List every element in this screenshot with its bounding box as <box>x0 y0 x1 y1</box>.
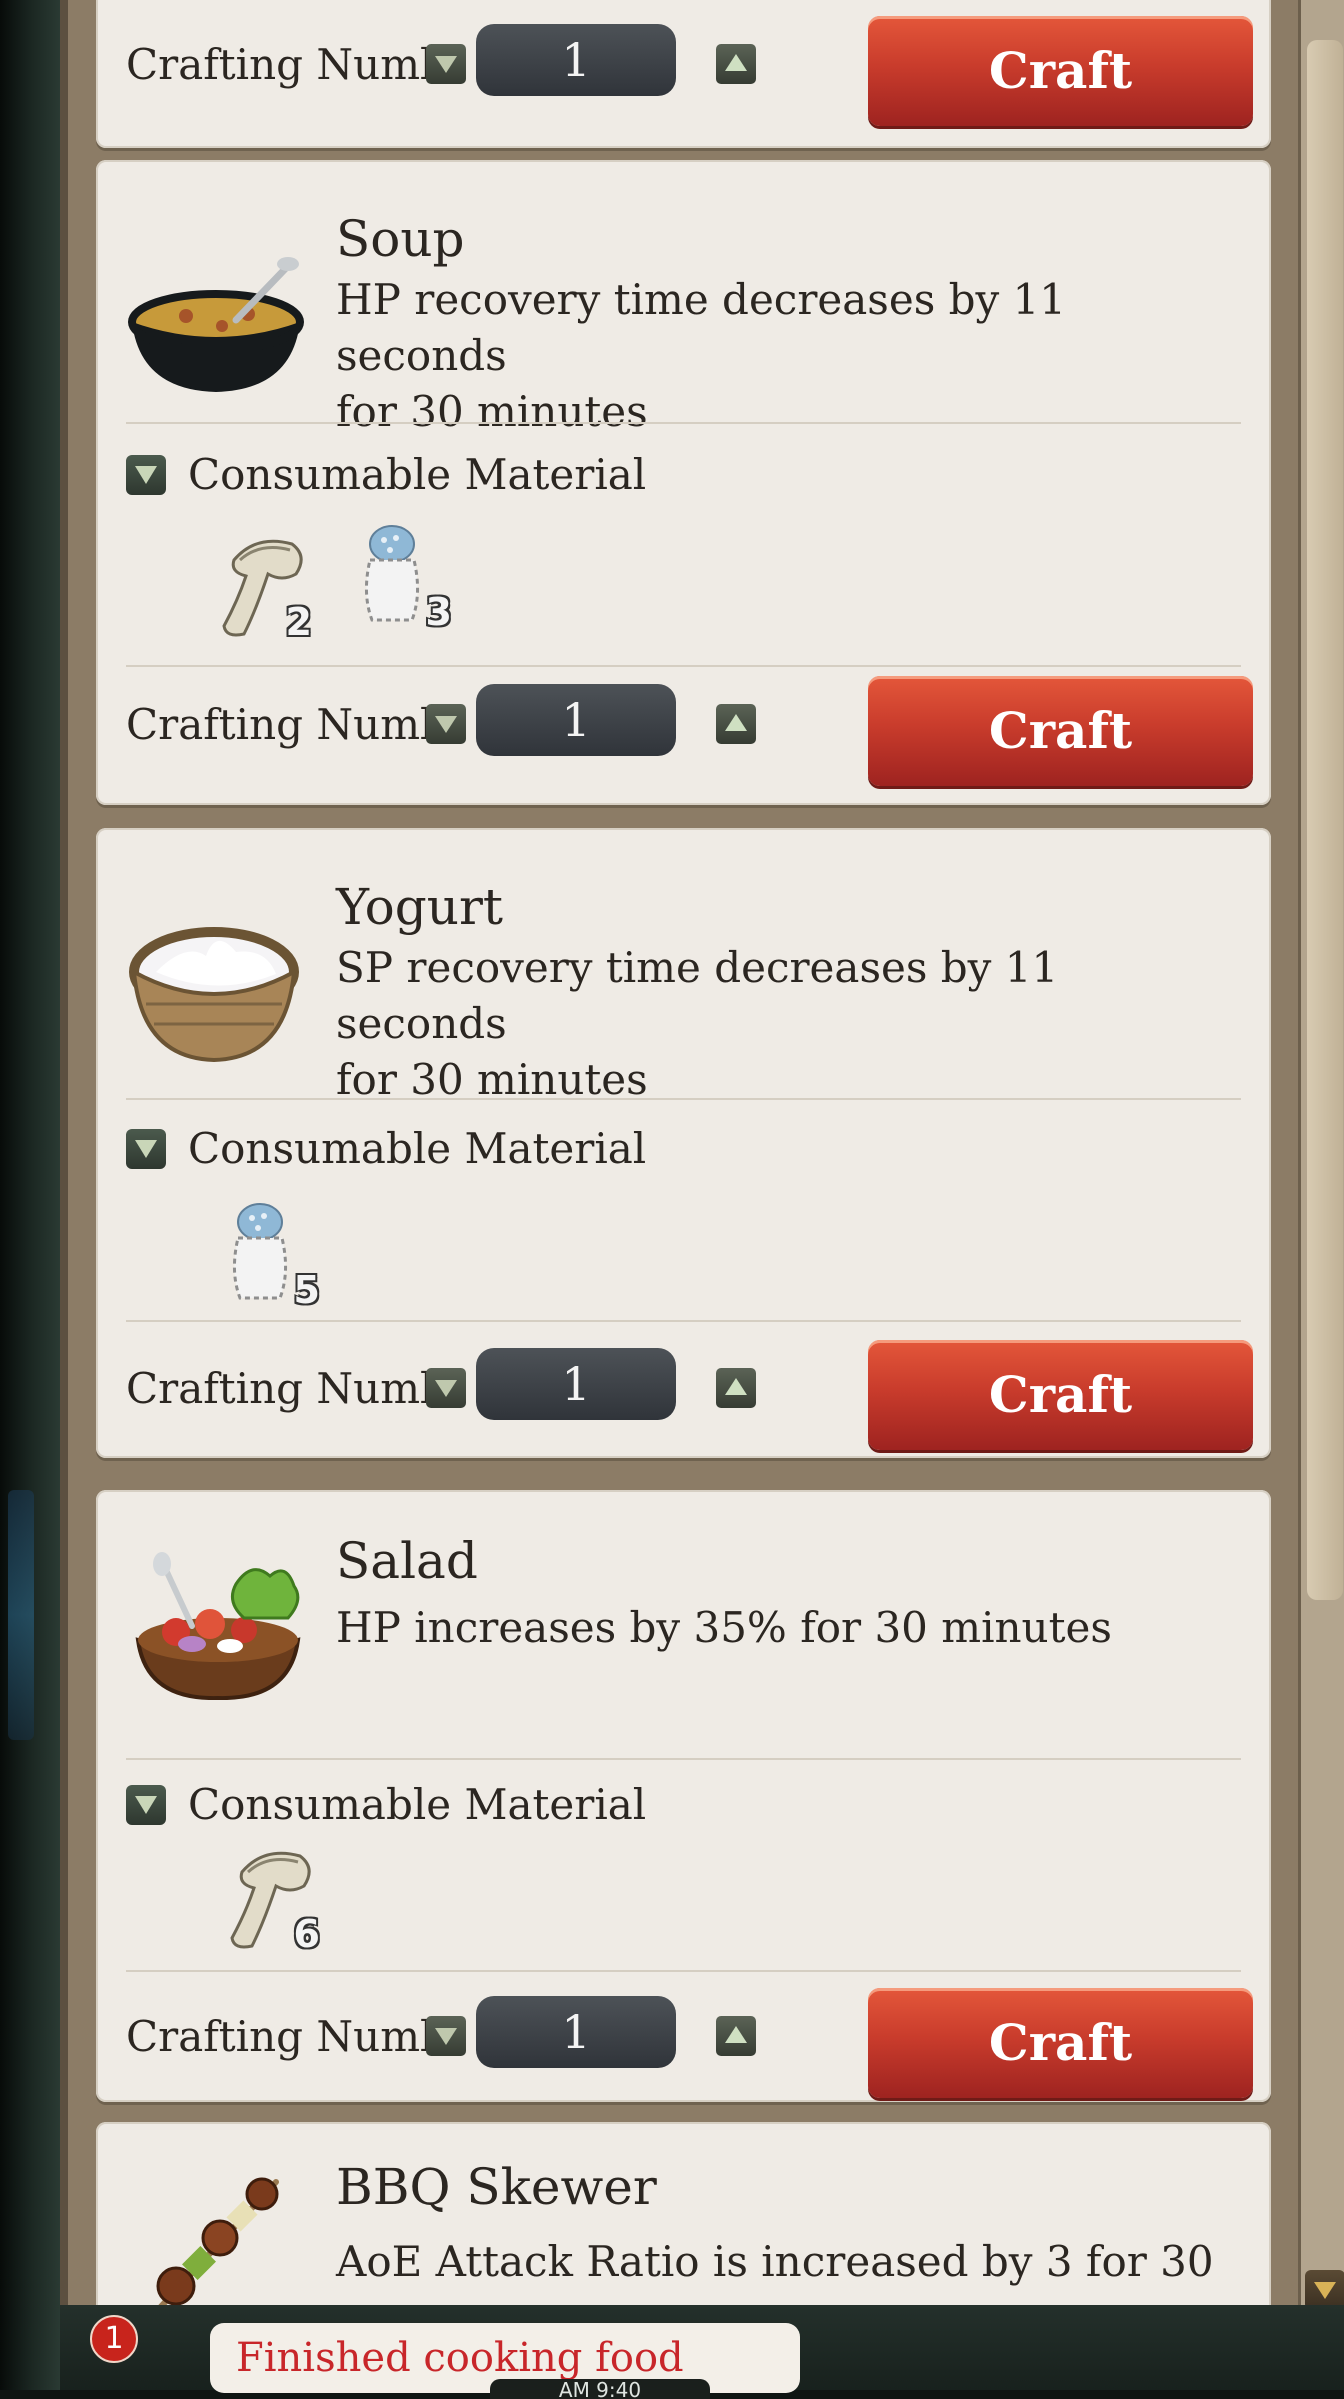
crafting-panel: Crafting Numb 1 Craft Soup HP recovery t… <box>60 0 1344 2330</box>
crafting-number-input[interactable]: 1 <box>476 1348 676 1420</box>
crafting-number-label: Crafting Numb <box>126 700 447 749</box>
soup-bowl-icon <box>128 257 304 392</box>
divider <box>126 1098 1241 1100</box>
crafting-number-label: Crafting Numb <box>126 1364 447 1413</box>
collapse-toggle-icon[interactable] <box>126 454 166 495</box>
increase-button[interactable] <box>716 44 756 84</box>
recipe-name: BBQ Skewer <box>336 2158 657 2216</box>
recipe-card-soup: Soup HP recovery time decreases by 11 se… <box>96 160 1271 805</box>
description-line: SP recovery time decreases by 11 seconds <box>336 943 1059 1048</box>
scroll-down-arrow-icon[interactable] <box>1305 2270 1344 2310</box>
collapse-toggle-icon[interactable] <box>126 1784 166 1825</box>
recipe-description: HP recovery time decreases by 11 seconds… <box>336 272 1236 440</box>
recipe-name: Salad <box>336 1532 478 1590</box>
crafting-number-label: Crafting Numb <box>126 2012 447 2061</box>
scrollbar-thumb[interactable] <box>1307 40 1343 1600</box>
material-mushroom[interactable]: 6 <box>224 1842 320 1956</box>
divider <box>126 1758 1241 1760</box>
craft-button[interactable]: Craft <box>868 676 1253 786</box>
description-line: HP recovery time decreases by 11 seconds <box>336 275 1067 380</box>
recipe-description: SP recovery time decreases by 11 seconds… <box>336 940 1236 1108</box>
craft-button[interactable]: Craft <box>868 16 1253 126</box>
crafting-number-input[interactable]: 1 <box>476 1996 676 2068</box>
salad-bowl-icon <box>135 1552 301 1700</box>
craft-button[interactable]: Craft <box>868 1340 1253 1450</box>
crafting-row: Crafting Numb 1 Craft <box>126 16 1271 126</box>
recipe-card-bbq-skewer: BBQ Skewer AoE Attack Ratio is increased… <box>96 2122 1271 2305</box>
decrease-button[interactable] <box>426 2016 466 2056</box>
crafting-number-input[interactable]: 1 <box>476 24 676 96</box>
recipe-description: HP increases by 35% for 30 minutes <box>336 1600 1236 1656</box>
bbq-skewer-icon <box>156 2177 279 2305</box>
notification-count-badge[interactable]: 1 <box>90 2315 138 2363</box>
material-quantity: 3 <box>425 590 452 634</box>
yogurt-bowl-icon <box>129 927 299 1063</box>
recipe-name: Yogurt <box>336 878 503 936</box>
material-quantity: 6 <box>293 1912 320 1956</box>
increase-button[interactable] <box>716 1368 756 1408</box>
material-quantity: 2 <box>285 600 312 644</box>
consumable-material-header[interactable]: Consumable Material <box>126 1780 646 1829</box>
crafting-row: Crafting Numb 1 Craft <box>126 1340 1271 1450</box>
divider <box>126 422 1241 424</box>
description-line: for 30 minutes <box>336 387 648 436</box>
decrease-button[interactable] <box>426 704 466 744</box>
scrollbar[interactable] <box>1298 0 1344 2330</box>
desktop-edge <box>0 0 60 2390</box>
recipe-list: Crafting Numb 1 Craft Soup HP recovery t… <box>96 0 1276 2305</box>
consumable-material-label: Consumable Material <box>188 1124 647 1173</box>
crafting-number-input[interactable]: 1 <box>476 684 676 756</box>
divider <box>126 1320 1241 1322</box>
increase-button[interactable] <box>716 704 756 744</box>
bottom-status-bar: 1 Finished cooking food AM 9:40 <box>60 2305 1344 2399</box>
recipe-card: Crafting Numb 1 Craft <box>96 0 1271 148</box>
consumable-material-label: Consumable Material <box>188 1780 647 1829</box>
material-salt[interactable]: 3 <box>356 520 452 634</box>
recipe-name: Soup <box>336 210 465 268</box>
recipe-description: AoE Attack Ratio is increased by 3 for 3… <box>336 2234 1236 2290</box>
crafting-number-label: Crafting Numb <box>126 40 447 89</box>
material-quantity: 5 <box>293 1268 320 1312</box>
description-line: AoE Attack Ratio is increased by 3 for 3… <box>336 2237 1214 2286</box>
crafting-row: Crafting Numb 1 Craft <box>126 676 1271 786</box>
clock: AM 9:40 <box>490 2379 710 2399</box>
description-line: HP increases by 35% for 30 minutes <box>336 1603 1112 1652</box>
material-salt[interactable]: 5 <box>224 1198 320 1312</box>
divider <box>126 1970 1241 1972</box>
divider <box>126 665 1241 667</box>
consumable-material-label: Consumable Material <box>188 450 647 499</box>
decrease-button[interactable] <box>426 44 466 84</box>
crafting-row: Crafting Numb 1 Craft <box>126 1988 1271 2098</box>
craft-button[interactable]: Craft <box>868 1988 1253 2098</box>
decrease-button[interactable] <box>426 1368 466 1408</box>
consumable-material-header[interactable]: Consumable Material <box>126 450 646 499</box>
consumable-material-header[interactable]: Consumable Material <box>126 1124 646 1173</box>
background-decoration <box>8 1490 34 1740</box>
collapse-toggle-icon[interactable] <box>126 1128 166 1169</box>
material-mushroom[interactable]: 2 <box>216 530 312 644</box>
recipe-card-yogurt: Yogurt SP recovery time decreases by 11 … <box>96 828 1271 1458</box>
increase-button[interactable] <box>716 2016 756 2056</box>
recipe-card-salad: Salad HP increases by 35% for 30 minutes… <box>96 1490 1271 2102</box>
